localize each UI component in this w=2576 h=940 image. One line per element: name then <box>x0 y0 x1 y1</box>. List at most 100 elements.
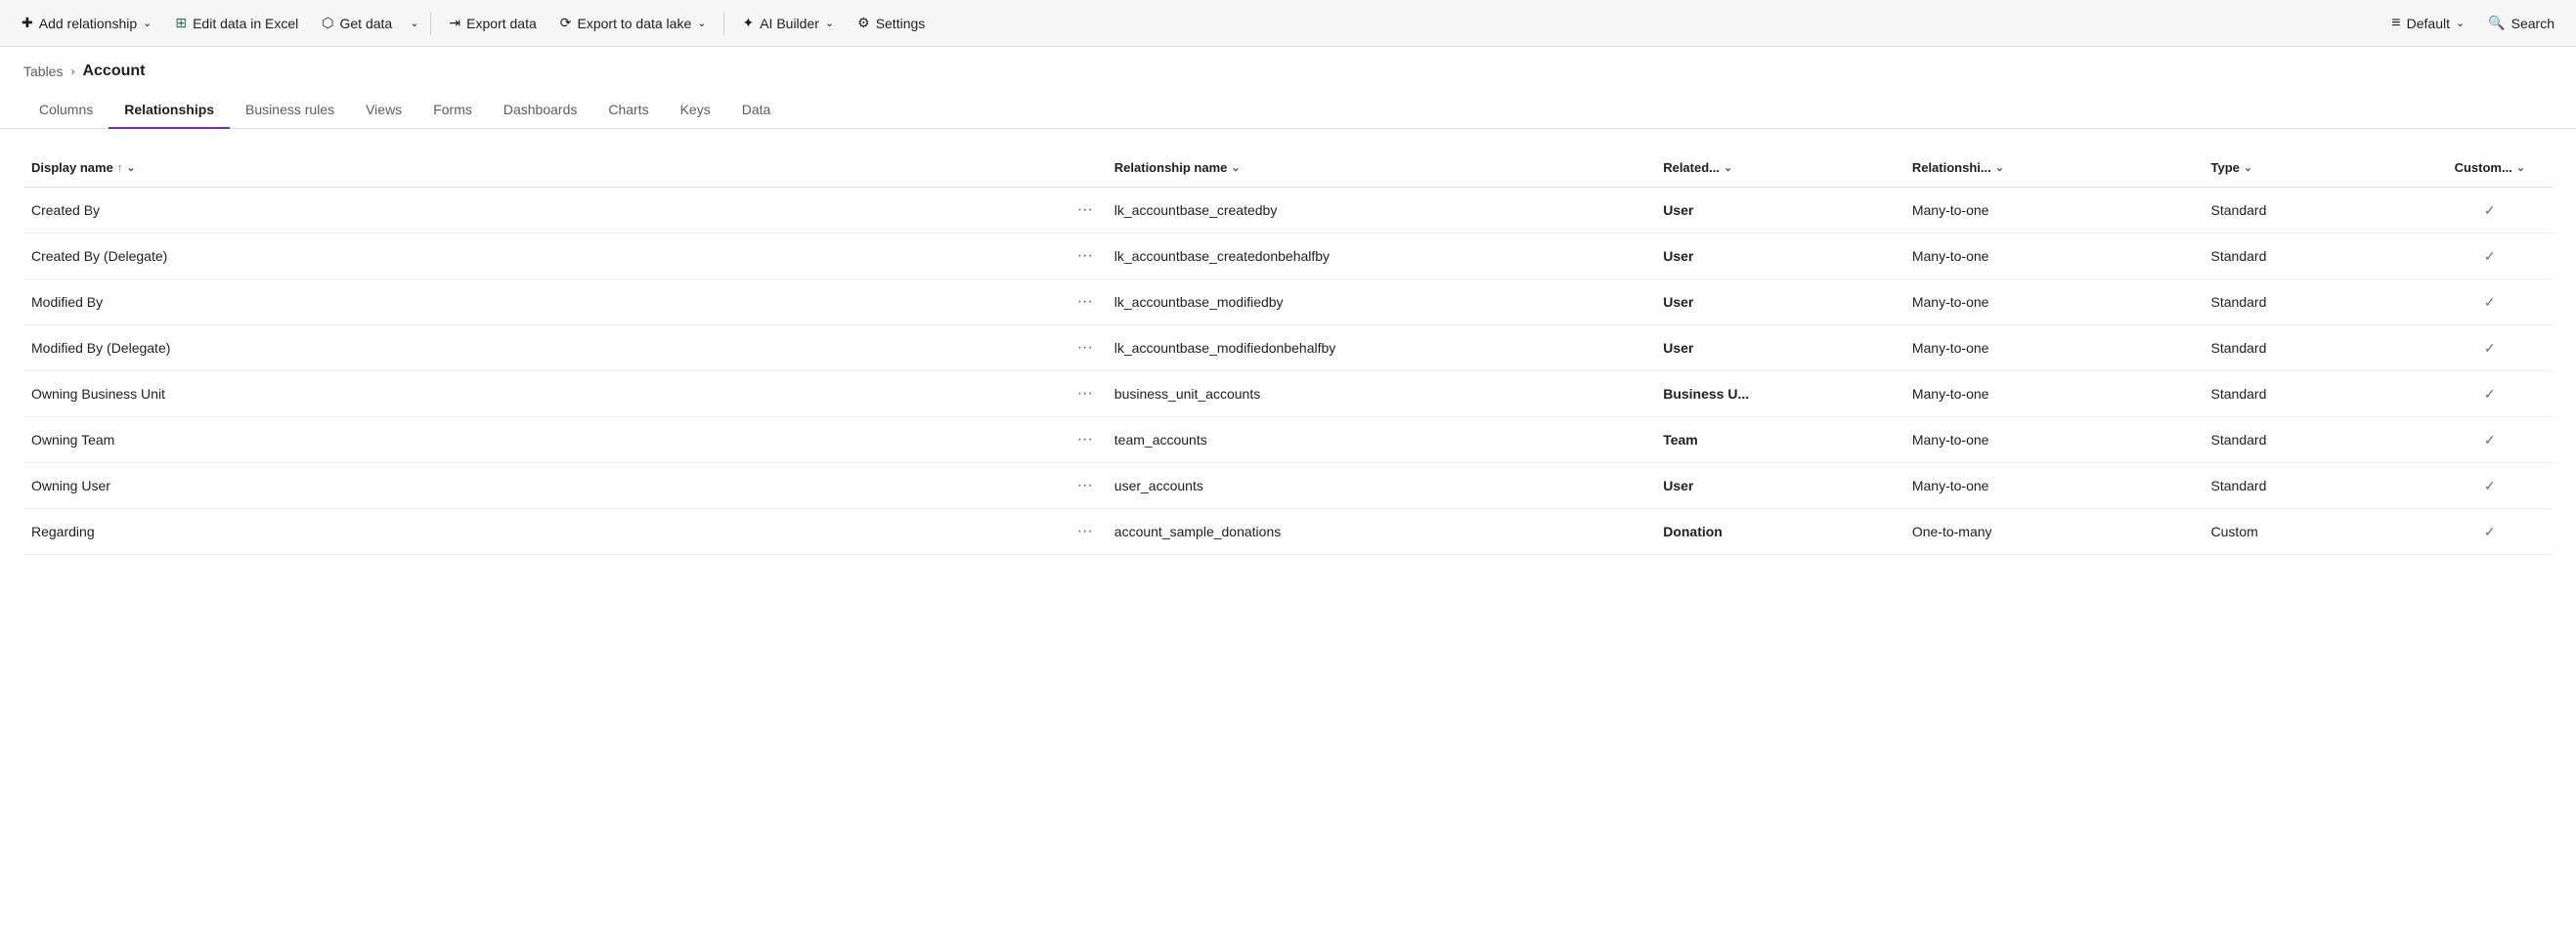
relationships-table: Display name ↑ ⌄ Relationship name ⌄ Rel… <box>23 149 2553 555</box>
ai-builder-label: AI Builder <box>760 16 819 31</box>
get-data-icon: ⬡ <box>322 15 333 31</box>
cell-relationship-type: One-to-many <box>1904 509 2204 555</box>
col-related[interactable]: Related... ⌄ <box>1655 149 1904 188</box>
cell-relationship-name: lk_accountbase_createdonbehalfby <box>1107 234 1655 279</box>
cell-related: Donation <box>1655 509 1904 555</box>
edit-excel-label: Edit data in Excel <box>193 16 298 31</box>
cell-relationship-type: Many-to-one <box>1904 279 2204 325</box>
cell-menu: ··· <box>1064 463 1107 509</box>
breadcrumb-separator: › <box>70 64 74 78</box>
get-data-chevron-icon: ⌄ <box>410 17 418 29</box>
col-type[interactable]: Type ⌄ <box>2204 149 2427 188</box>
cell-custom: ✓ <box>2427 279 2553 325</box>
cell-display-name: Modified By <box>23 279 1064 325</box>
relationship-filter-icon[interactable]: ⌄ <box>1995 161 2004 174</box>
breadcrumb-tables-link[interactable]: Tables <box>23 64 63 79</box>
row-menu-button[interactable]: ··· <box>1071 199 1099 220</box>
add-relationship-label: Add relationship <box>39 16 137 31</box>
table-row: Owning User ··· user_accounts User Many-… <box>23 463 2553 509</box>
cell-relationship-name: business_unit_accounts <box>1107 371 1655 417</box>
cell-menu: ··· <box>1064 417 1107 463</box>
export-lake-button[interactable]: ⟳ Export to data lake ⌄ <box>550 9 717 37</box>
cell-related: User <box>1655 463 1904 509</box>
table-row: Owning Team ··· team_accounts Team Many-… <box>23 417 2553 463</box>
cell-menu: ··· <box>1064 188 1107 234</box>
tab-keys[interactable]: Keys <box>665 92 726 129</box>
cell-type: Standard <box>2204 279 2427 325</box>
ai-builder-icon: ✦ <box>742 15 754 31</box>
custom-check-icon: ✓ <box>2484 340 2496 356</box>
col-relationship[interactable]: Relationshi... ⌄ <box>1904 149 2204 188</box>
cell-relationship-name: lk_accountbase_createdby <box>1107 188 1655 234</box>
search-icon: 🔍 <box>2488 15 2505 31</box>
tab-relationships[interactable]: Relationships <box>109 92 230 129</box>
cell-relationship-type: Many-to-one <box>1904 463 2204 509</box>
tab-charts[interactable]: Charts <box>592 92 664 129</box>
export-lake-chevron-icon: ⌄ <box>697 17 706 29</box>
export-icon: ⇥ <box>449 15 460 31</box>
edit-excel-button[interactable]: ⊞ Edit data in Excel <box>165 9 308 37</box>
custom-check-icon: ✓ <box>2484 524 2496 539</box>
col-relationship-name-label: Relationship name <box>1114 160 1228 175</box>
custom-check-icon: ✓ <box>2484 294 2496 310</box>
custom-filter-icon[interactable]: ⌄ <box>2516 161 2525 174</box>
cell-display-name: Owning Business Unit <box>23 371 1064 417</box>
excel-icon: ⊞ <box>175 15 187 31</box>
tab-dashboards[interactable]: Dashboards <box>488 92 593 129</box>
related-filter-icon[interactable]: ⌄ <box>1724 161 1732 174</box>
get-data-label: Get data <box>340 16 393 31</box>
cell-custom: ✓ <box>2427 509 2553 555</box>
row-menu-button[interactable]: ··· <box>1071 521 1099 541</box>
row-menu-button[interactable]: ··· <box>1071 337 1099 358</box>
cell-type: Standard <box>2204 234 2427 279</box>
row-menu-button[interactable]: ··· <box>1071 383 1099 404</box>
ai-builder-button[interactable]: ✦ AI Builder ⌄ <box>732 9 844 37</box>
row-menu-button[interactable]: ··· <box>1071 245 1099 266</box>
settings-button[interactable]: ⚙ Settings <box>848 9 935 37</box>
default-lines-icon: ≡ <box>2391 15 2400 32</box>
row-menu-button[interactable]: ··· <box>1071 429 1099 449</box>
col-relationship-name[interactable]: Relationship name ⌄ <box>1107 149 1655 188</box>
cell-relationship-name: lk_accountbase_modifiedby <box>1107 279 1655 325</box>
type-filter-icon[interactable]: ⌄ <box>2244 161 2252 174</box>
search-button[interactable]: 🔍 Search <box>2478 9 2564 37</box>
table-row: Modified By ··· lk_accountbase_modifiedb… <box>23 279 2553 325</box>
cell-display-name: Owning User <box>23 463 1064 509</box>
col-display-name[interactable]: Display name ↑ ⌄ <box>23 149 1064 188</box>
tab-data[interactable]: Data <box>726 92 787 129</box>
col-type-label: Type <box>2211 160 2240 175</box>
cell-relationship-type: Many-to-one <box>1904 188 2204 234</box>
cell-related: User <box>1655 188 1904 234</box>
cell-custom: ✓ <box>2427 188 2553 234</box>
tab-forms[interactable]: Forms <box>417 92 488 129</box>
tab-views[interactable]: Views <box>350 92 417 129</box>
cell-display-name: Regarding <box>23 509 1064 555</box>
cell-menu: ··· <box>1064 509 1107 555</box>
cell-relationship-name: user_accounts <box>1107 463 1655 509</box>
col-custom[interactable]: Custom... ⌄ <box>2427 149 2553 188</box>
table-row: Created By ··· lk_accountbase_createdby … <box>23 188 2553 234</box>
tab-business-rules[interactable]: Business rules <box>230 92 350 129</box>
cell-custom: ✓ <box>2427 417 2553 463</box>
display-name-filter-icon[interactable]: ⌄ <box>126 161 135 174</box>
breadcrumb-area: Tables › Account <box>0 47 2576 80</box>
cell-related: User <box>1655 279 1904 325</box>
custom-check-icon: ✓ <box>2484 386 2496 402</box>
get-data-button[interactable]: ⬡ Get data <box>312 9 402 37</box>
tab-columns[interactable]: Columns <box>23 92 109 129</box>
rel-name-filter-icon[interactable]: ⌄ <box>1231 161 1240 174</box>
custom-check-icon: ✓ <box>2484 478 2496 493</box>
sort-asc-icon: ↑ <box>117 162 123 174</box>
add-relationship-button[interactable]: ✚ Add relationship ⌄ <box>12 9 161 37</box>
cell-display-name: Created By (Delegate) <box>23 234 1064 279</box>
cell-type: Custom <box>2204 509 2427 555</box>
row-menu-button[interactable]: ··· <box>1071 291 1099 312</box>
cell-menu: ··· <box>1064 279 1107 325</box>
default-button[interactable]: ≡ Default ⌄ <box>2381 9 2474 38</box>
export-data-label: Export data <box>466 16 537 31</box>
row-menu-button[interactable]: ··· <box>1071 475 1099 495</box>
export-data-button[interactable]: ⇥ Export data <box>439 9 546 37</box>
add-relationship-chevron: ⌄ <box>143 17 152 29</box>
toolbar-divider-1 <box>430 12 431 35</box>
get-data-chevron-button[interactable]: ⌄ <box>406 11 422 35</box>
